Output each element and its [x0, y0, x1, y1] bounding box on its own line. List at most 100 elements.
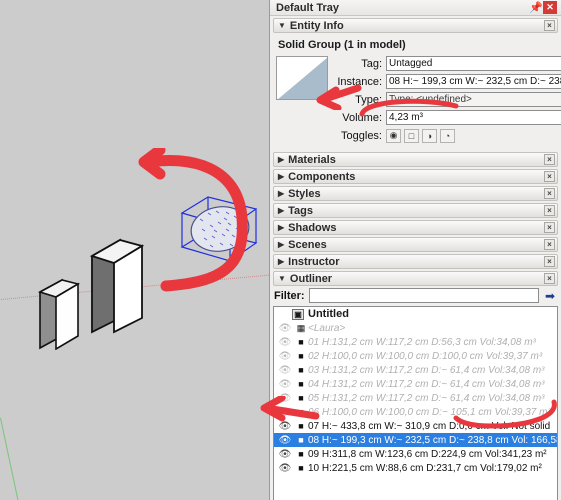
- chevron-right-icon[interactable]: ▶: [278, 240, 284, 249]
- list-item[interactable]: 👁 ■ 03 H:131,2 cm W:117,2 cm D:~ 61,4 cm…: [274, 363, 557, 377]
- visibility-eye-icon[interactable]: 👁: [276, 421, 294, 432]
- close-icon-styles[interactable]: ×: [544, 188, 555, 199]
- list-item[interactable]: 👁 ■ 09 H:311,8 cm W:123,6 cm D:224,9 cm …: [274, 447, 557, 461]
- section-label-scenes: Scenes: [288, 238, 327, 251]
- receive-shadow-toggle-icon[interactable]: ◑: [422, 128, 437, 143]
- chevron-right-icon[interactable]: ▶: [278, 223, 284, 232]
- volume-input[interactable]: 4,23 m³: [386, 110, 561, 125]
- toggle-button-group: ◉ □ ◑ ◔: [386, 128, 455, 143]
- group-icon: ■: [298, 365, 304, 375]
- chevron-down-icon[interactable]: ▼: [278, 21, 286, 30]
- section-label-styles: Styles: [288, 187, 321, 200]
- tree-root-item[interactable]: ▣ Untitled: [274, 307, 557, 321]
- visibility-eye-icon[interactable]: 👁: [276, 463, 294, 474]
- section-header-materials[interactable]: ▶ Materials ×: [273, 152, 558, 167]
- close-icon-outliner[interactable]: ×: [544, 273, 555, 284]
- field-label-volume: Volume:: [342, 111, 382, 124]
- chevron-right-icon[interactable]: ▶: [278, 189, 284, 198]
- shadow-cast-toggle-icon[interactable]: □: [404, 128, 419, 143]
- group-icon: ■: [298, 337, 304, 347]
- filter-input[interactable]: [308, 288, 539, 303]
- chevron-down-icon[interactable]: ▼: [278, 274, 286, 283]
- group-icon: ■: [298, 435, 304, 445]
- type-select[interactable]: Type: <undefined> ▼: [386, 92, 561, 107]
- visibility-eye-icon[interactable]: 👁: [276, 365, 294, 376]
- list-item[interactable]: 👁 ■ 10 H:221,5 cm W:88,6 cm D:231,7 cm V…: [274, 461, 557, 475]
- visibility-eye-icon[interactable]: 👁: [276, 407, 294, 418]
- component-icon: ▦: [296, 322, 306, 333]
- group-icon: ■: [298, 449, 304, 459]
- tray-sections: ▶ Materials × ▶ Components × ▶ Styles × …: [270, 152, 561, 286]
- hidden-toggle-icon[interactable]: ◉: [386, 128, 401, 143]
- list-item[interactable]: 👁 ■ 05 H:131,2 cm W:117,2 cm D:~ 61,4 cm…: [274, 391, 557, 405]
- tree-root-label: Untitled: [308, 308, 349, 320]
- field-type: Type: Type: <undefined> ▼: [334, 92, 561, 107]
- section-header-outliner[interactable]: ▼ Outliner ×: [273, 271, 558, 286]
- close-icon-instructor[interactable]: ×: [544, 256, 555, 267]
- list-item[interactable]: 👁 ■ 02 H:100,0 cm W:100,0 cm D:100,0 cm …: [274, 349, 557, 363]
- close-icon-tags[interactable]: ×: [544, 205, 555, 216]
- section-header-instructor[interactable]: ▶ Instructor ×: [273, 254, 558, 269]
- chevron-right-icon[interactable]: ▶: [278, 206, 284, 215]
- chevron-right-icon[interactable]: ▶: [278, 257, 284, 266]
- section-label-components: Components: [288, 170, 356, 183]
- list-item[interactable]: 👁 ▦ <Laura>: [274, 321, 557, 335]
- visibility-eye-icon[interactable]: 👁: [276, 393, 294, 404]
- field-instance: Instance: 08 H:~ 199,3 cm W:~ 232,5 cm D…: [334, 74, 561, 89]
- list-item-selected[interactable]: 👁 ■ 08 H:~ 199,3 cm W:~ 232,5 cm D:~ 238…: [274, 433, 557, 447]
- close-icon-scenes[interactable]: ×: [544, 239, 555, 250]
- visibility-eye-icon[interactable]: 👁: [276, 379, 294, 390]
- close-icon-shadows[interactable]: ×: [544, 222, 555, 233]
- tag-select[interactable]: Untagged ▼: [386, 56, 561, 71]
- close-icon-components[interactable]: ×: [544, 171, 555, 182]
- section-label-shadows: Shadows: [288, 221, 337, 234]
- tag-value: Untagged: [389, 58, 433, 69]
- filter-label: Filter:: [274, 289, 305, 302]
- tray-titlebar: Default Tray 📌 ✕: [270, 0, 561, 16]
- list-item[interactable]: 👁 ■ 06 H:100,0 cm W:100,0 cm D:~ 105,1 c…: [274, 405, 557, 419]
- filter-arrow-icon[interactable]: ➡: [543, 289, 557, 303]
- pin-icon[interactable]: 📌: [529, 1, 543, 14]
- cast-shadow-toggle-icon[interactable]: ◔: [440, 128, 455, 143]
- material-preview-swatch[interactable]: [276, 56, 328, 100]
- outliner-tree[interactable]: ▣ Untitled 👁 ▦ <Laura> 👁 ■ 01 H:131,2 cm…: [273, 306, 558, 500]
- chevron-right-icon[interactable]: ▶: [278, 172, 284, 181]
- section-header-scenes[interactable]: ▶ Scenes ×: [273, 237, 558, 252]
- list-item[interactable]: 👁 ■ 07 H:~ 433,8 cm W:~ 310,9 cm D:0,0 c…: [274, 419, 557, 433]
- list-item-label: 04 H:131,2 cm W:117,2 cm D:~ 61,4 cm Vol…: [308, 378, 545, 390]
- visibility-eye-icon[interactable]: 👁: [276, 351, 294, 362]
- close-icon-entity-info[interactable]: ×: [544, 20, 555, 31]
- chevron-right-icon[interactable]: ▶: [278, 155, 284, 164]
- section-header-shadows[interactable]: ▶ Shadows ×: [273, 220, 558, 235]
- section-header-tags[interactable]: ▶ Tags ×: [273, 203, 558, 218]
- section-header-entity-info[interactable]: ▼ Entity Info ×: [273, 18, 558, 33]
- field-toggles: Toggles: ◉ □ ◑ ◔: [334, 128, 561, 143]
- close-window-button[interactable]: ✕: [543, 1, 557, 14]
- group-icon: ■: [298, 393, 304, 403]
- annotation-arrow-viewport: [138, 148, 248, 292]
- section-header-styles[interactable]: ▶ Styles ×: [273, 186, 558, 201]
- type-value: Type: <undefined>: [389, 94, 472, 105]
- close-icon-materials[interactable]: ×: [544, 154, 555, 165]
- list-item-label: 02 H:100,0 cm W:100,0 cm D:100,0 cm Vol:…: [308, 350, 543, 362]
- default-tray-panel: Default Tray 📌 ✕ ▼ Entity Info × Solid G…: [269, 0, 561, 500]
- entity-fields: Tag: Untagged ▼ Instance: 08 H:~ 199,3 c…: [334, 56, 561, 146]
- list-item-label: 01 H:131,2 cm W:117,2 cm D:56,3 cm Vol:3…: [308, 336, 536, 348]
- model-viewport[interactable]: [0, 0, 269, 500]
- list-item-label: 09 H:311,8 cm W:123,6 cm D:224,9 cm Vol:…: [308, 448, 547, 460]
- section-label-tags: Tags: [288, 204, 314, 217]
- field-label-type: Type:: [355, 93, 382, 106]
- visibility-eye-icon[interactable]: 👁: [276, 435, 294, 446]
- group-icon: ■: [298, 351, 304, 361]
- visibility-eye-icon[interactable]: 👁: [276, 337, 294, 348]
- list-item-label: 10 H:221,5 cm W:88,6 cm D:231,7 cm Vol:1…: [308, 462, 542, 474]
- visibility-eye-icon[interactable]: 👁: [276, 323, 294, 334]
- list-item[interactable]: 👁 ■ 01 H:131,2 cm W:117,2 cm D:56,3 cm V…: [274, 335, 557, 349]
- list-item[interactable]: 👁 ■ 04 H:131,2 cm W:117,2 cm D:~ 61,4 cm…: [274, 377, 557, 391]
- field-label-instance: Instance:: [337, 75, 382, 88]
- instance-input[interactable]: 08 H:~ 199,3 cm W:~ 232,5 cm D:~ 238,8 c…: [386, 74, 561, 89]
- visibility-eye-icon[interactable]: 👁: [276, 449, 294, 460]
- section-header-components[interactable]: ▶ Components ×: [273, 169, 558, 184]
- field-tag: Tag: Untagged ▼: [334, 56, 561, 71]
- section-label-entity-info: Entity Info: [289, 19, 344, 32]
